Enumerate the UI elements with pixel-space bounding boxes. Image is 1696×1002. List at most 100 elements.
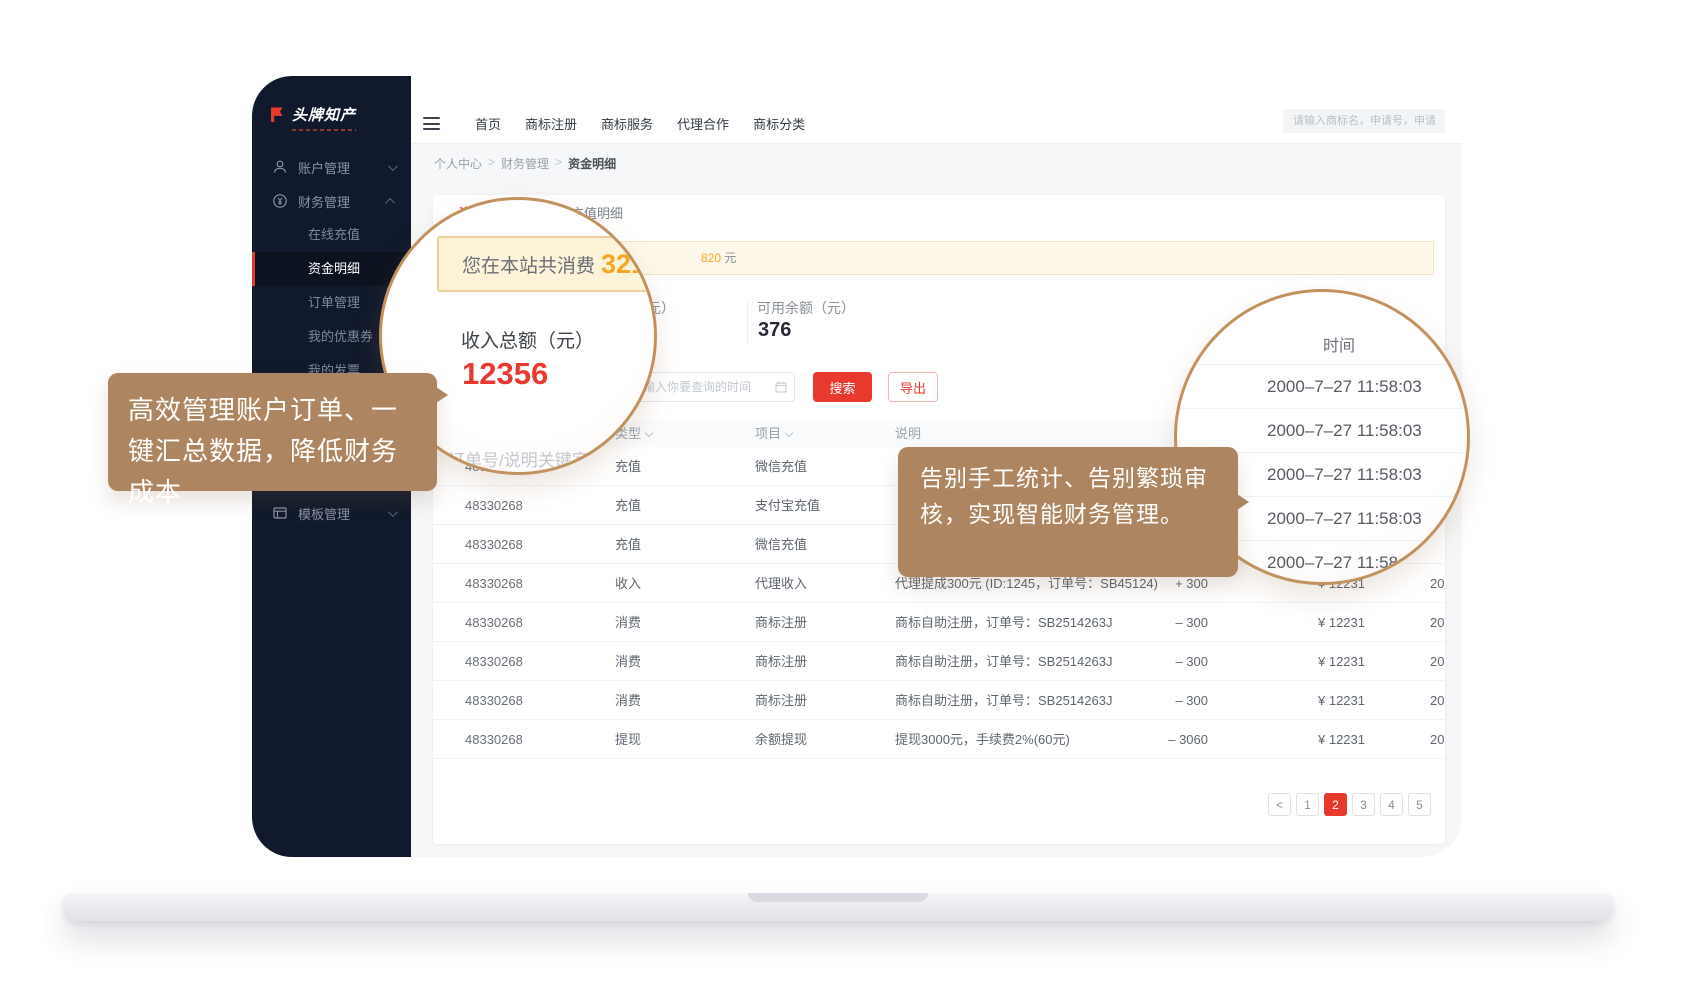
sidebar-item-label: 财务管理 <box>298 192 378 211</box>
cell-desc: 商标自助注册，订单号：SB2514263J <box>895 642 1112 681</box>
nav-tab-3[interactable]: 代理合作 <box>677 114 729 133</box>
calendar-icon[interactable] <box>775 381 787 393</box>
pagination-page-3[interactable]: 3 <box>1352 793 1375 816</box>
header-project[interactable]: 项目 <box>755 421 792 447</box>
breadcrumb-item-0[interactable]: 个人中心 <box>434 155 482 172</box>
breadcrumb-separator: > <box>555 155 562 172</box>
time-column-header: 时间 <box>1323 332 1355 356</box>
cell-amount: – 300 <box>1123 681 1208 720</box>
cell-type: 充值 <box>615 525 641 564</box>
cell-project: 余额提现 <box>755 720 807 759</box>
cell-project: 微信充值 <box>755 447 807 486</box>
pagination-prev-button[interactable]: < <box>1268 793 1291 816</box>
callout-right: 告别手工统计、告别繁琐审核，实现智能财务管理。 <box>898 447 1238 577</box>
cell-order: 48330268 <box>465 642 523 681</box>
cell-type: 消费 <box>615 642 641 681</box>
pagination-page-5[interactable]: 5 <box>1408 793 1431 816</box>
cell-time: 2000–7–27 11:58:03 <box>1430 603 1445 642</box>
cell-desc: 商标自助注册，订单号：SB2514263J <box>895 681 1112 720</box>
topbar: 首页 商标注册 商标服务 代理合作 商标分类 <box>411 76 1462 144</box>
user-icon <box>272 159 288 175</box>
callout-left: 高效管理账户订单、一键汇总数据，降低财务成本 <box>108 373 437 491</box>
cell-balance: ¥ 12231 <box>1318 681 1365 720</box>
pagination-page-1[interactable]: 1 <box>1296 793 1319 816</box>
sort-caret-icon <box>645 429 653 437</box>
cell-type: 充值 <box>615 486 641 525</box>
pagination: <12345 <box>1268 793 1431 816</box>
cell-project: 微信充值 <box>755 525 807 564</box>
cell-time: 2000–7–27 11:58:03 <box>1430 720 1445 759</box>
cell-order: 48330268 <box>465 564 523 603</box>
cell-project: 支付宝充值 <box>755 486 820 525</box>
cell-order: 48330268 <box>465 720 523 759</box>
cell-time: 2000–7–27 11:58:03 <box>1430 642 1445 681</box>
sidebar-item-0[interactable]: 在线充值 <box>252 218 411 252</box>
available-balance-label: 可用余额（元） <box>757 298 855 318</box>
logo-flag-icon <box>268 106 286 124</box>
cell-order: 48330268 <box>465 603 523 642</box>
keyword-placeholder-text: 订单号/说明关键字 <box>448 446 589 471</box>
table-row: 48330268 消费 商标注册 商标自助注册，订单号：SB2514263J – 300… <box>433 642 1445 681</box>
nav-tab-2[interactable]: 商标服务 <box>601 114 653 133</box>
header-desc: 说明 <box>895 421 921 447</box>
coin-icon <box>272 193 288 209</box>
breadcrumb-item-1[interactable]: 财务管理 <box>501 155 549 172</box>
hamburger-menu-icon[interactable] <box>423 117 440 130</box>
callout-arrow <box>1237 494 1249 510</box>
cell-balance: ¥ 12231 <box>1318 642 1365 681</box>
cell-desc: 商标自助注册，订单号：SB2514263J <box>895 603 1112 642</box>
magnified-banner-text: 您在本站共消费32124元 <box>462 244 657 284</box>
stats-divider <box>747 299 748 345</box>
cell-amount: – 3060 <box>1123 720 1208 759</box>
nav-tab-1[interactable]: 商标注册 <box>525 114 577 133</box>
laptop-base <box>62 893 1614 921</box>
income-total-value: 12356 <box>462 356 548 392</box>
breadcrumb-item-2[interactable]: 资金明细 <box>568 155 616 172</box>
nav-tab-4[interactable]: 商标分类 <box>753 114 805 133</box>
income-total-label: 收入总额（元） <box>461 326 594 353</box>
cell-project: 商标注册 <box>755 642 807 681</box>
cell-type: 消费 <box>615 681 641 720</box>
page: 头牌知产 账户管理 财务管 <box>0 0 1696 1002</box>
nav-tab-0[interactable]: 首页 <box>475 114 501 133</box>
cell-type: 充值 <box>615 447 641 486</box>
export-button[interactable]: 导出 <box>888 372 938 402</box>
cell-type: 收入 <box>615 564 641 603</box>
breadcrumb-separator: > <box>488 155 495 172</box>
sidebar-item-account[interactable]: 账户管理 <box>252 150 411 184</box>
cell-order: 48330268 <box>465 681 523 720</box>
table-row: 48330268 消费 商标注册 商标自助注册，订单号：SB2514263J – 300… <box>433 603 1445 642</box>
sidebar-item-label: 账户管理 <box>298 158 378 177</box>
chevron-down-icon <box>388 507 398 517</box>
sidebar-item-finance[interactable]: 财务管理 <box>252 184 411 218</box>
pagination-page-2[interactable]: 2 <box>1324 793 1347 816</box>
cell-balance: ¥ 12231 <box>1318 720 1365 759</box>
pagination-page-4[interactable]: 4 <box>1380 793 1403 816</box>
cell-time: 2000–7–27 11:58:03 <box>1430 681 1445 720</box>
cell-type: 消费 <box>615 603 641 642</box>
top-search <box>1283 109 1445 133</box>
cell-balance: ¥ 12231 <box>1318 603 1365 642</box>
callout-arrow <box>436 387 448 403</box>
logo: 头牌知产 <box>268 104 398 131</box>
cell-amount: – 300 <box>1123 642 1208 681</box>
cell-type: 提现 <box>615 720 641 759</box>
trademark-search-input[interactable] <box>1283 109 1445 133</box>
chevron-up-icon <box>385 197 395 207</box>
template-icon <box>272 505 288 521</box>
cell-order: 48330268 <box>465 525 523 564</box>
cell-amount: – 300 <box>1123 603 1208 642</box>
available-balance-value: 376 <box>758 319 791 342</box>
cell-project: 代理收入 <box>755 564 807 603</box>
table-row: 48330268消费商标注册商标自助注册，订单号：SB2514263J– 300… <box>433 681 1445 720</box>
sidebar-item-1[interactable]: 资金明细 <box>252 252 411 286</box>
table-row: 48330268 提现 余额提现 提现3000元，手续费2%(60元) – 3060 ¥ … <box>433 720 1445 759</box>
consumption-banner-amount: 820 元 <box>701 242 736 274</box>
cell-desc: 提现3000元，手续费2%(60元) <box>895 720 1070 759</box>
cell-project: 商标注册 <box>755 603 807 642</box>
sidebar-item-template[interactable]: 模板管理 <box>252 496 411 530</box>
sort-caret-icon <box>785 429 793 437</box>
logo-tagline-dashes <box>292 129 356 131</box>
search-button[interactable]: 搜索 <box>813 372 872 402</box>
logo-title: 头牌知产 <box>292 104 356 125</box>
